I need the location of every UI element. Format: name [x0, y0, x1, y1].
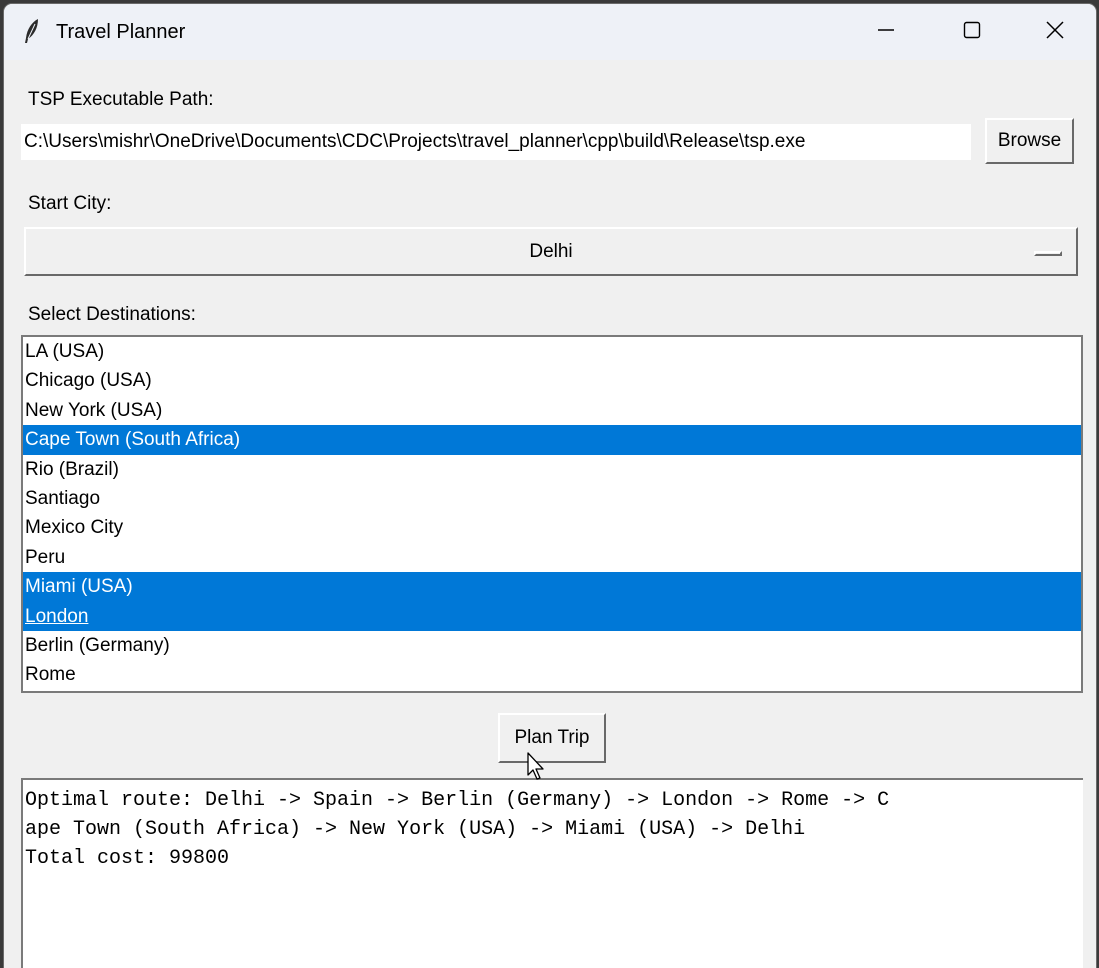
maximize-button[interactable]	[929, 4, 1015, 60]
output-route-line-1: Optimal route: Delhi -> Spain -> Berlin …	[25, 789, 890, 812]
output-route-line-2: ape Town (South Africa) -> New York (USA…	[25, 818, 806, 841]
list-item[interactable]: Chicago (USA)	[23, 366, 1081, 395]
plan-trip-button[interactable]: Plan Trip	[498, 713, 606, 763]
tsp-path-label: TSP Executable Path:	[28, 89, 214, 110]
start-city-label: Start City:	[28, 193, 112, 214]
list-item[interactable]: Mexico City	[23, 513, 1081, 542]
start-city-dropdown[interactable]: Delhi	[24, 227, 1078, 276]
minimize-icon	[877, 21, 895, 44]
close-button[interactable]	[1012, 4, 1096, 60]
window-title: Travel Planner	[56, 21, 186, 43]
list-item[interactable]: Miami (USA)	[23, 572, 1081, 602]
start-city-value: Delhi	[529, 241, 573, 262]
list-item[interactable]: Peru	[23, 543, 1081, 572]
tsp-path-input[interactable]: C:\Users\mishr\OneDrive\Documents\CDC\Pr…	[21, 124, 971, 160]
travel-planner-window: Travel Planner TSP Executable Path: C:\U…	[4, 4, 1096, 968]
minimize-button[interactable]	[843, 4, 929, 60]
output-total-cost: Total cost: 99800	[25, 847, 230, 870]
destinations-label: Select Destinations:	[28, 304, 196, 325]
dropdown-indicator-icon	[1034, 251, 1062, 256]
list-item[interactable]: London	[23, 601, 1081, 631]
list-item[interactable]: Cape Town (South Africa)	[23, 425, 1081, 455]
close-icon	[1045, 20, 1065, 45]
maximize-icon	[963, 21, 981, 44]
list-item[interactable]: LA (USA)	[23, 337, 1081, 366]
destinations-listbox[interactable]: LA (USA) Chicago (USA) New York (USA) Ca…	[21, 335, 1083, 693]
feather-icon	[22, 18, 42, 44]
list-item[interactable]: Rome	[23, 660, 1081, 689]
list-item[interactable]: Rio (Brazil)	[23, 455, 1081, 484]
list-item[interactable]: Santiago	[23, 484, 1081, 513]
output-text-area[interactable]: Optimal route: Delhi -> Spain -> Berlin …	[21, 778, 1083, 968]
title-bar[interactable]: Travel Planner	[4, 4, 1096, 60]
mouse-cursor-icon	[526, 752, 548, 782]
browse-button[interactable]: Browse	[985, 118, 1074, 164]
list-item[interactable]: New York (USA)	[23, 396, 1081, 425]
list-item[interactable]: Berlin (Germany)	[23, 631, 1081, 660]
